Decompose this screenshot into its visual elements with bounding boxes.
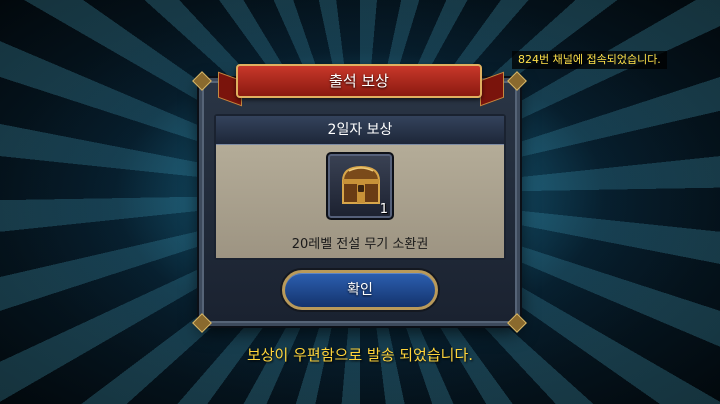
reward-day-header: 2일자 보상 <box>216 116 504 145</box>
confirm-button[interactable]: 확인 <box>282 270 438 310</box>
item-count: 1 <box>379 202 388 217</box>
mail-sent-message: 보상이 우편함으로 발송 되었습니다. <box>246 346 474 364</box>
reward-item-name: 20레벨 전설 무기 소환권 <box>291 237 429 252</box>
reward-content: 1 20레벨 전설 무기 소환권 <box>216 145 504 258</box>
channel-notification: 824번 채널에 접속되었습니다. <box>512 51 667 69</box>
reward-panel: 2일자 보상 1 20레벨 전설 무기 소환권 <box>214 114 506 260</box>
reward-item-slot[interactable]: 1 <box>326 152 394 220</box>
popup-title: 출석 보상 <box>236 64 482 98</box>
